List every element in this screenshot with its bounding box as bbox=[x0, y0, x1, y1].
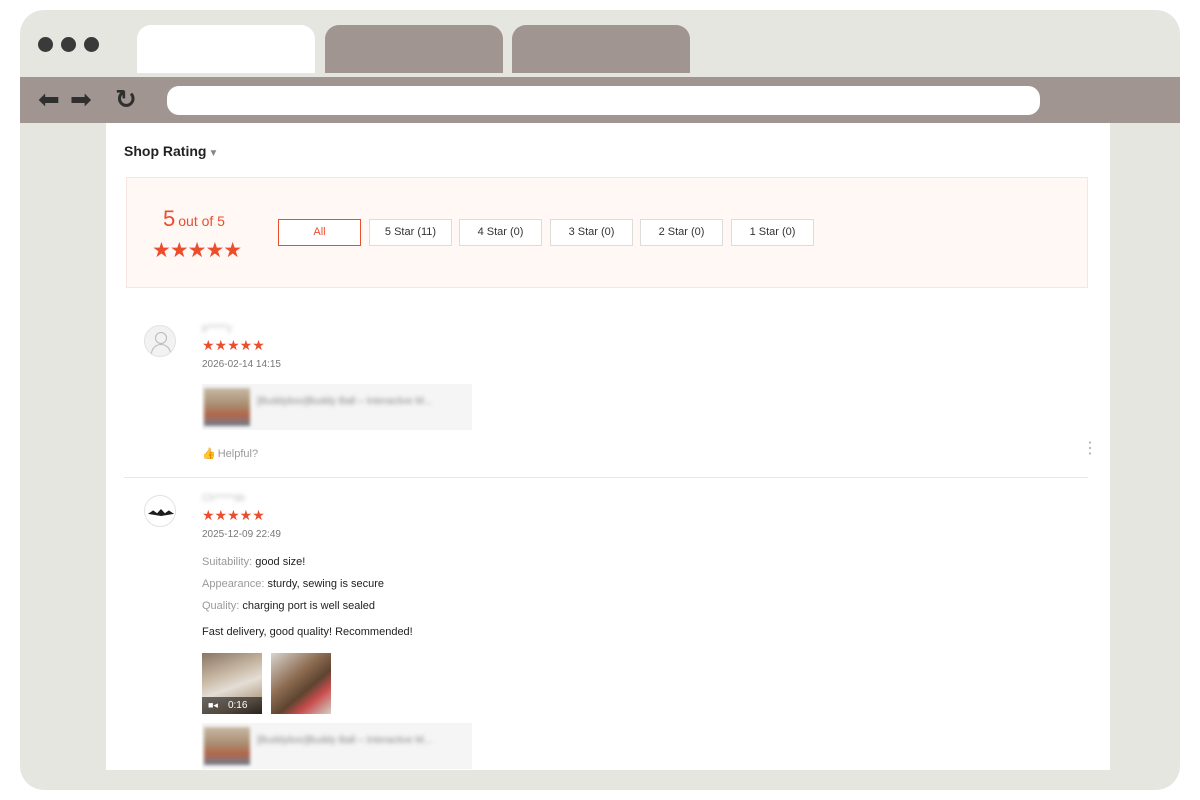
filter-4-star-button[interactable]: 4 Star (0) bbox=[459, 219, 542, 246]
video-overlay: ■◂ 0:16 bbox=[202, 697, 262, 714]
caret-down-icon: ▼ bbox=[208, 148, 219, 159]
helpful-button[interactable]: 👍 Helpful? bbox=[202, 447, 258, 460]
helpful-label: Helpful? bbox=[217, 448, 259, 460]
attribute-value: good size! bbox=[255, 556, 306, 568]
product-thumbnail bbox=[204, 727, 250, 765]
review-stars-icon: ★★★★★ bbox=[202, 338, 265, 354]
review-item: p*****y ★★★★★ 2026-02-14 14:15 [Buddyboo… bbox=[124, 313, 1098, 478]
window-dot-icon[interactable] bbox=[38, 37, 53, 52]
shop-rating-title: Shop Rating bbox=[124, 143, 207, 159]
page-content: Shop Rating ▼ 5 out of 5 ★★★★★ All 5 Star … bbox=[106, 123, 1110, 770]
product-card[interactable]: [Buddyboo]Buddy Ball – Interactive M... bbox=[202, 723, 472, 769]
review-date: 2025-12-09 22:49 bbox=[202, 529, 281, 540]
attribute-value: charging port is well sealed bbox=[242, 600, 376, 612]
product-name: [Buddyboo]Buddy Ball – Interactive M... bbox=[257, 396, 433, 407]
avatar-default-icon[interactable] bbox=[144, 325, 176, 357]
filter-5-star-button[interactable]: 5 Star (11) bbox=[369, 219, 452, 246]
browser-tab[interactable] bbox=[512, 25, 690, 73]
bat-avatar-icon bbox=[148, 509, 174, 516]
window-controls bbox=[38, 37, 99, 52]
attribute-key: Quality: bbox=[202, 600, 240, 612]
overall-stars-icon: ★★★★★ bbox=[152, 238, 242, 262]
video-camera-icon: ■◂ bbox=[208, 700, 218, 710]
shop-rating-dropdown[interactable]: Shop Rating ▼ bbox=[124, 143, 218, 159]
thumbs-up-icon: 👍 bbox=[202, 448, 216, 460]
review-username: p*****y bbox=[202, 323, 233, 334]
review-attribute-suitability: Suitability: good size! bbox=[202, 556, 305, 568]
filter-all-button[interactable]: All bbox=[278, 219, 361, 246]
filter-2-star-button[interactable]: 2 Star (0) bbox=[640, 219, 723, 246]
attribute-key: Appearance: bbox=[202, 578, 265, 590]
forward-arrow-icon[interactable]: ➡ bbox=[70, 83, 92, 117]
rating-summary: 5 out of 5 ★★★★★ All 5 Star (11) 4 Star (… bbox=[126, 177, 1088, 288]
more-options-icon[interactable]: ⋮ bbox=[1082, 441, 1098, 457]
address-bar[interactable] bbox=[167, 86, 1040, 115]
reload-icon[interactable]: ↻ bbox=[115, 83, 137, 117]
filter-1-star-button[interactable]: 1 Star (0) bbox=[731, 219, 814, 246]
review-username: Ch*****de bbox=[202, 493, 246, 504]
browser-toolbar: ⬅ ➡ ↻ bbox=[20, 77, 1180, 123]
window-dot-icon[interactable] bbox=[61, 37, 76, 52]
review-text: Fast delivery, good quality! Recommended… bbox=[202, 626, 413, 638]
review-date: 2026-02-14 14:15 bbox=[202, 359, 281, 370]
filter-3-star-button[interactable]: 3 Star (0) bbox=[550, 219, 633, 246]
review-photo-thumbnail[interactable] bbox=[271, 653, 331, 714]
browser-tab[interactable] bbox=[325, 25, 503, 73]
review-item: Ch*****de ★★★★★ 2025-12-09 22:49 Suitabi… bbox=[124, 483, 1088, 770]
attribute-value: sturdy, sewing is secure bbox=[267, 578, 385, 590]
browser-tab-active[interactable] bbox=[137, 25, 315, 73]
review-stars-icon: ★★★★★ bbox=[202, 508, 265, 524]
product-card[interactable]: [Buddyboo]Buddy Ball – Interactive M... bbox=[202, 384, 472, 430]
back-arrow-icon[interactable]: ⬅ bbox=[38, 83, 60, 117]
score-value: 5 bbox=[163, 206, 176, 231]
avatar[interactable] bbox=[144, 495, 176, 527]
overall-score: 5 out of 5 bbox=[163, 206, 225, 232]
attribute-key: Suitability: bbox=[202, 556, 253, 568]
product-thumbnail bbox=[204, 388, 250, 426]
product-name: [Buddyboo]Buddy Ball – Interactive M... bbox=[257, 735, 433, 746]
video-duration: 0:16 bbox=[227, 700, 248, 711]
review-attribute-appearance: Appearance: sturdy, sewing is secure bbox=[202, 578, 384, 590]
window-dot-icon[interactable] bbox=[84, 37, 99, 52]
review-video-thumbnail[interactable]: ■◂ 0:16 bbox=[202, 653, 262, 714]
score-suffix: out of 5 bbox=[178, 213, 225, 229]
browser-window: ⬅ ➡ ↻ Shop Rating ▼ 5 out of 5 ★★★★★ All 5… bbox=[20, 10, 1180, 790]
review-attribute-quality: Quality: charging port is well sealed bbox=[202, 600, 375, 612]
